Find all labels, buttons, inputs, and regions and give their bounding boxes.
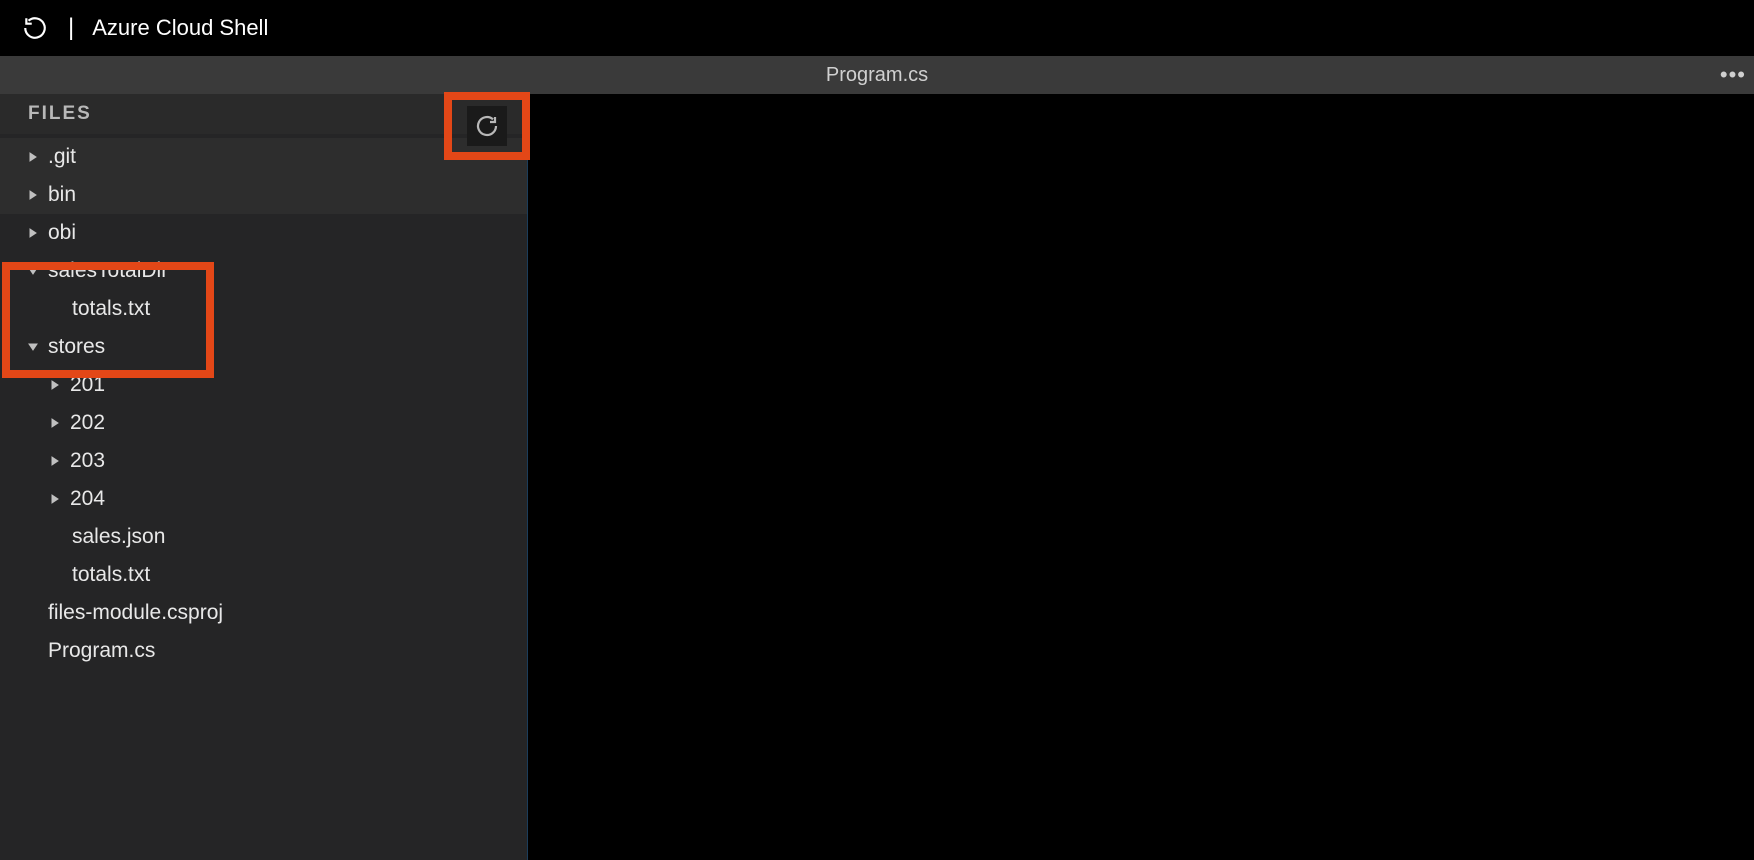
main-area: FILES .git bin obi salesTotalDir totals.txt s… <box>0 94 1754 860</box>
file-item[interactable]: files-module.csproj <box>0 594 528 632</box>
tree-item-label: salesTotalDir <box>48 259 168 283</box>
tree-item-label: totals.txt <box>72 297 150 321</box>
tree-item-label: 204 <box>70 487 105 511</box>
tree-item-label: Program.cs <box>48 639 155 663</box>
file-item[interactable]: totals.txt <box>0 556 528 594</box>
files-panel-header[interactable]: FILES <box>0 94 528 134</box>
tree-item-label: 202 <box>70 411 105 435</box>
file-item[interactable]: totals.txt <box>0 290 528 328</box>
tree-item-label: totals.txt <box>72 563 150 587</box>
tree-item-label: obi <box>48 221 76 245</box>
tree-item-label: 203 <box>70 449 105 473</box>
chevron-right-icon <box>28 152 42 162</box>
tree-item-label: .git <box>48 145 76 169</box>
tree-item-label: sales.json <box>72 525 165 549</box>
folder-item[interactable]: stores <box>0 328 528 366</box>
files-header-label: FILES <box>28 103 92 125</box>
files-refresh-button[interactable] <box>467 106 507 146</box>
chevron-down-icon <box>28 266 42 276</box>
tree-item-label: bin <box>48 183 76 207</box>
divider: | <box>68 14 74 42</box>
app-title: Azure Cloud Shell <box>92 15 268 41</box>
refresh-icon[interactable] <box>20 13 50 43</box>
active-tab-label[interactable]: Program.cs <box>826 64 928 87</box>
chevron-down-icon <box>28 342 42 352</box>
file-tree: .git bin obi salesTotalDir totals.txt stores 2… <box>0 134 528 860</box>
tree-item-label: stores <box>48 335 105 359</box>
file-item[interactable]: Program.cs <box>0 632 528 670</box>
folder-item[interactable]: salesTotalDir <box>0 252 528 290</box>
file-item[interactable]: sales.json <box>0 518 528 556</box>
folder-item[interactable]: 203 <box>0 442 528 480</box>
chevron-right-icon <box>28 228 42 238</box>
chevron-right-icon <box>50 456 64 466</box>
chevron-right-icon <box>28 190 42 200</box>
folder-item[interactable]: 201 <box>0 366 528 404</box>
chevron-right-icon <box>50 380 64 390</box>
sidebar-border <box>527 94 528 860</box>
tab-bar: Program.cs ••• <box>0 56 1754 94</box>
folder-item[interactable]: 204 <box>0 480 528 518</box>
editor-pane[interactable] <box>528 94 1754 860</box>
folder-item[interactable]: bin <box>0 176 528 214</box>
folder-item[interactable]: obi <box>0 214 528 252</box>
highlight-refresh-box <box>444 92 530 160</box>
folder-item[interactable]: 202 <box>0 404 528 442</box>
tree-item-label: 201 <box>70 373 105 397</box>
chevron-right-icon <box>50 494 64 504</box>
chevron-right-icon <box>50 418 64 428</box>
tree-item-label: files-module.csproj <box>48 601 223 625</box>
file-explorer-sidebar: FILES .git bin obi salesTotalDir totals.txt s… <box>0 94 528 860</box>
more-icon[interactable]: ••• <box>1720 62 1746 88</box>
topbar: | Azure Cloud Shell <box>0 0 1754 56</box>
